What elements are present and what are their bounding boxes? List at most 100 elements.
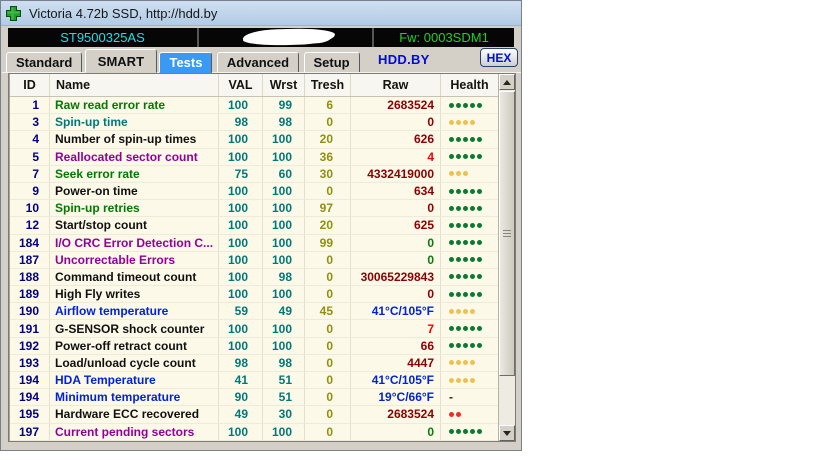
cell-health (441, 338, 498, 354)
cell-id: 7 (10, 165, 50, 182)
cell-wrst: 100 (263, 234, 305, 251)
window-title: Victoria 4.72b SSD, http://hdd.by (29, 5, 218, 21)
tab-advanced[interactable]: Advanced (216, 52, 300, 73)
cell-tresh: 36 (305, 148, 351, 165)
health-dot (470, 377, 475, 383)
down-arrow-icon (503, 430, 511, 436)
health-dot (449, 136, 454, 142)
cell-name: Command timeout count (50, 268, 219, 286)
table-row[interactable]: 188 Command timeout count 100 98 0 3006522984… (10, 268, 498, 287)
health-dot (449, 171, 454, 177)
table-row[interactable]: 192 Power-off retract count 100 100 0 66 (10, 337, 498, 355)
tab-standard[interactable]: Standard (6, 52, 83, 73)
table-row[interactable]: 5 Reallocated sector count 100 100 36 4 (10, 148, 498, 166)
cell-health (441, 320, 498, 336)
health-dot (449, 343, 454, 349)
hddby-brand-link[interactable]: HDD.BY (378, 52, 430, 67)
table-row[interactable]: 7 Seek error rate 75 60 30 4332419000 (10, 165, 498, 183)
table-row[interactable]: 184 I/O CRC Error Detection C... 100 100 99 0 (10, 234, 498, 252)
cell-raw: 19°C/66°F (351, 389, 441, 406)
health-dot (470, 360, 475, 366)
cell-val: 98 (219, 114, 263, 131)
table-row[interactable]: 194 HDA Temperature 41 51 0 41°C/105°F (10, 372, 498, 390)
cell-id: 12 (10, 217, 50, 234)
health-dot (477, 274, 482, 280)
tab-smart[interactable]: SMART (84, 49, 158, 73)
scrollbar-thumb[interactable] (499, 91, 515, 376)
health-dot (456, 377, 461, 383)
health-dot (470, 119, 475, 125)
table-body: 1 Raw read error rate 100 99 6 2683524 3 Spin-u… (10, 97, 498, 441)
table-row[interactable]: 193 Load/unload cycle count 98 98 0 4447 (10, 354, 498, 372)
cell-raw: 4447 (351, 354, 441, 371)
cell-health (441, 303, 498, 319)
table-inner: ID Name VAL Wrst Tresh Raw Health 1 Raw r… (10, 74, 498, 441)
health-dot (477, 188, 482, 194)
health-dot (463, 429, 468, 435)
cell-raw: 0 (351, 200, 441, 217)
cell-wrst: 49 (263, 303, 305, 320)
health-dot (449, 377, 454, 383)
cell-health (441, 286, 498, 302)
cell-id: 192 (10, 337, 50, 354)
cell-val: 100 (219, 268, 263, 286)
column-header-id: ID (10, 74, 50, 96)
health-dot (470, 308, 475, 314)
health-dot (470, 326, 475, 332)
cell-wrst: 100 (263, 217, 305, 234)
vertical-scrollbar[interactable] (498, 74, 515, 441)
cell-raw: 2683524 (351, 406, 441, 423)
health-dot (449, 360, 454, 366)
health-dot (477, 343, 482, 349)
health-dot (449, 102, 454, 108)
table-row[interactable]: 189 High Fly writes 100 100 0 0 (10, 286, 498, 304)
cell-raw: 626 (351, 131, 441, 148)
table-row[interactable]: 190 Airflow temperature 59 49 45 41°C/105°F (10, 303, 498, 321)
table-row[interactable]: 3 Spin-up time 98 98 0 0 (10, 114, 498, 132)
cell-health (441, 97, 498, 113)
cell-wrst: 100 (263, 131, 305, 148)
cell-raw: 625 (351, 217, 441, 234)
cell-name: Airflow temperature (50, 303, 219, 320)
table-row[interactable]: 191 G-SENSOR shock counter 100 100 0 7 (10, 320, 498, 338)
scroll-down-button[interactable] (499, 425, 515, 441)
health-dot (456, 102, 461, 108)
health-dot (456, 205, 461, 211)
table-row[interactable]: 4 Number of spin-up times 100 100 20 626 (10, 131, 498, 149)
health-dot (449, 411, 454, 417)
tab-tests[interactable]: Tests (159, 52, 213, 73)
table-row[interactable]: 12 Start/stop count 100 100 20 625 (10, 217, 498, 235)
cell-tresh: 0 (305, 372, 351, 389)
cell-name: Reallocated sector count (50, 148, 219, 165)
cell-tresh: 0 (305, 268, 351, 286)
cell-health (441, 200, 498, 216)
cell-id: 197 (10, 423, 50, 440)
cell-name: Uncorrectable Errors (50, 251, 219, 268)
table-row[interactable]: 187 Uncorrectable Errors 100 100 0 0 (10, 251, 498, 269)
title-bar[interactable]: Victoria 4.72b SSD, http://hdd.by (1, 1, 521, 26)
table-row[interactable]: 195 Hardware ECC recovered 49 30 0 2683524 (10, 406, 498, 424)
table-row[interactable]: 194 Minimum temperature 90 51 0 19°C/66°F - (10, 389, 498, 407)
health-dot (449, 188, 454, 194)
column-header-raw: Raw (351, 74, 441, 96)
cell-val: 100 (219, 286, 263, 303)
cell-health (441, 252, 498, 268)
cell-wrst: 100 (263, 337, 305, 354)
cell-raw: 4 (351, 148, 441, 165)
health-dot (449, 291, 454, 297)
table-row[interactable]: 9 Power-on time 100 100 0 634 (10, 182, 498, 201)
cell-name: Load/unload cycle count (50, 354, 219, 371)
health-dot (477, 102, 482, 108)
cell-id: 187 (10, 251, 50, 268)
health-dot (456, 411, 461, 417)
health-dot (470, 188, 475, 194)
table-row[interactable]: 10 Spin-up retries 100 100 97 0 (10, 200, 498, 218)
cell-id: 195 (10, 406, 50, 423)
tab-setup[interactable]: Setup (303, 52, 360, 73)
green-cross-icon (6, 5, 21, 21)
hex-button[interactable]: HEX (480, 48, 518, 67)
table-row[interactable]: 197 Current pending sectors 100 100 0 0 (10, 423, 498, 441)
scroll-up-button[interactable] (499, 74, 515, 90)
table-row[interactable]: 1 Raw read error rate 100 99 6 2683524 (10, 97, 498, 115)
cell-wrst: 98 (263, 354, 305, 371)
